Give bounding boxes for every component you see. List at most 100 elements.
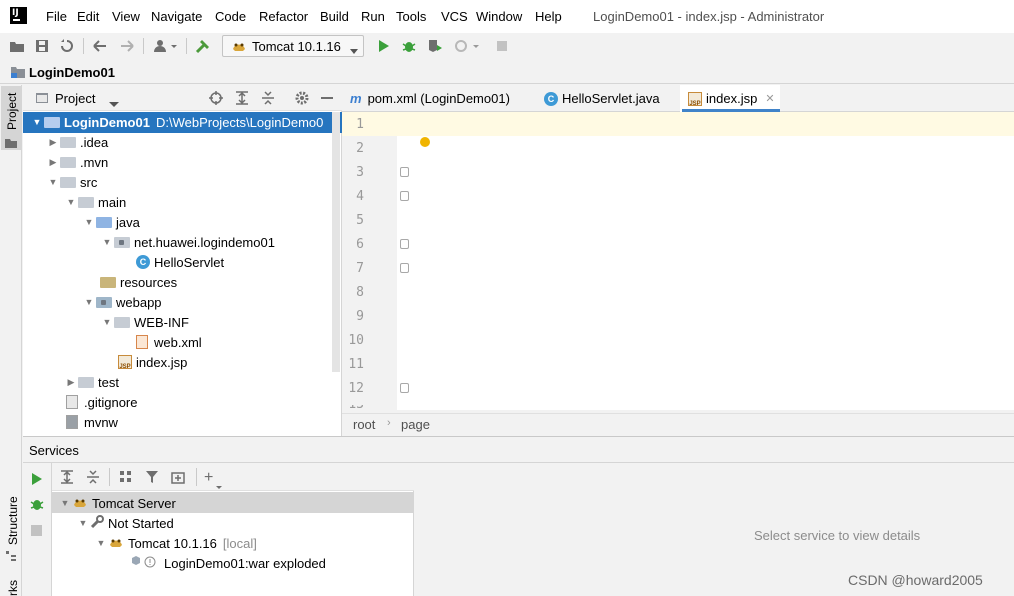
coverage-icon[interactable]	[427, 38, 443, 54]
tree-item-resources[interactable]: resources	[100, 272, 177, 292]
project-tool-label[interactable]: Project	[5, 93, 19, 130]
menu-window[interactable]: Window	[476, 9, 522, 24]
structure-tool-label[interactable]: Structure	[6, 496, 20, 545]
line-number: 6	[356, 237, 364, 252]
tree-item-idea[interactable]: ▶ .idea	[46, 132, 109, 152]
breadcrumb-project[interactable]: LoginDemo01	[29, 65, 115, 80]
stop-icon[interactable]	[31, 525, 42, 536]
tree-item-test[interactable]: ▶ test	[64, 372, 119, 392]
menu-help[interactable]: Help	[535, 9, 562, 24]
menu-refactor[interactable]: Refactor	[259, 9, 308, 24]
run-configuration-selector[interactable]: Tomcat 10.1.16	[222, 35, 364, 57]
expand-all-icon[interactable]	[60, 470, 74, 487]
tree-item-helloservlet[interactable]: C HelloServlet	[136, 252, 224, 272]
user-dropdown-icon[interactable]	[153, 38, 179, 54]
service-artifact[interactable]: LoginDemo01:war exploded	[130, 553, 326, 573]
forward-arrow-icon[interactable]	[119, 38, 135, 54]
open-folder-icon[interactable]	[9, 38, 25, 54]
menu-tools[interactable]: Tools	[396, 9, 426, 24]
code-editor[interactable]	[397, 112, 1014, 410]
line-number: 8	[356, 285, 364, 300]
run-icon[interactable]	[31, 472, 43, 489]
sync-icon[interactable]	[59, 38, 75, 54]
folder-icon	[60, 176, 76, 188]
project-view-title[interactable]: Project	[55, 91, 95, 106]
new-tab-icon[interactable]	[171, 470, 185, 487]
chevron-down-icon: ▼	[102, 317, 112, 327]
tree-item-label: web.xml	[154, 334, 202, 350]
collapse-all-icon[interactable]	[86, 470, 100, 487]
menu-vcs[interactable]: VCS	[441, 9, 468, 24]
save-all-icon[interactable]	[34, 38, 50, 54]
tree-item-index-jsp[interactable]: JSP index.jsp	[118, 352, 187, 372]
breadcrumb-root[interactable]: root	[353, 417, 375, 432]
service-tomcat-instance[interactable]: ▼ Tomcat 10.1.16 [local]	[94, 533, 257, 553]
group-by-icon[interactable]	[119, 470, 133, 487]
watermark: CSDN @howard2005	[848, 572, 983, 588]
menu-file[interactable]: File	[46, 9, 67, 24]
intellij-logo-icon[interactable]: IJ	[10, 7, 27, 24]
menu-code[interactable]: Code	[215, 9, 246, 24]
tree-item-package[interactable]: ▼ net.huawei.logindemo01	[100, 232, 275, 252]
tab-index-jsp[interactable]: JSP index.jsp ✕	[688, 85, 775, 112]
tree-root-logindemo01[interactable]: ▼ LoginDemo01 D:\WebProjects\LoginDemo0	[30, 112, 324, 132]
chevron-right-icon: ▶	[67, 376, 75, 387]
xml-file-icon	[136, 335, 148, 349]
fold-marker-icon[interactable]	[400, 239, 409, 249]
tree-item-main[interactable]: ▼ main	[64, 192, 127, 212]
back-arrow-icon[interactable]	[92, 38, 108, 54]
filter-icon[interactable]	[145, 470, 161, 487]
menu-build[interactable]: Build	[320, 9, 349, 24]
stop-icon[interactable]	[494, 38, 510, 54]
tree-item-web-inf[interactable]: ▼ WEB-INF	[100, 312, 189, 332]
line-number: 11	[348, 357, 364, 372]
profiler-dropdown-icon[interactable]	[454, 38, 480, 54]
line-number: 12	[348, 381, 364, 396]
collapse-all-icon[interactable]	[261, 91, 275, 108]
debug-bug-icon[interactable]	[401, 38, 417, 54]
tree-item-java[interactable]: ▼ java	[82, 212, 140, 232]
gear-icon[interactable]	[295, 91, 309, 108]
tree-root-path: D:\WebProjects\LoginDemo0	[155, 114, 324, 130]
debug-bug-icon[interactable]	[30, 497, 44, 514]
service-tomcat-server[interactable]: ▼ Tomcat Server	[58, 493, 176, 513]
locate-target-icon[interactable]	[209, 91, 223, 108]
menu-navigate[interactable]: Navigate	[151, 9, 202, 24]
bookmarks-tool-label[interactable]: rks	[6, 580, 20, 596]
tree-item-src[interactable]: ▼ src	[46, 172, 98, 192]
tree-item-web-xml[interactable]: web.xml	[136, 332, 202, 352]
folder-icon	[78, 376, 94, 388]
tab-pom-xml[interactable]: m pom.xml (LoginDemo01)	[350, 85, 510, 112]
close-tab-icon[interactable]: ✕	[765, 92, 774, 105]
fold-marker-icon[interactable]	[400, 383, 409, 393]
jsp-file-icon: JSP	[118, 355, 132, 370]
chevron-down-icon: ▼	[84, 217, 94, 227]
run-icon[interactable]	[376, 38, 392, 54]
build-hammer-icon[interactable]	[195, 38, 211, 54]
tab-helloservlet-java[interactable]: C HelloServlet.java	[544, 85, 660, 112]
tree-item-mvnw[interactable]: mvnw	[66, 412, 118, 432]
menu-edit[interactable]: Edit	[77, 9, 99, 24]
tree-item-mvn[interactable]: ▶ .mvn	[46, 152, 109, 172]
fold-marker-icon[interactable]	[400, 263, 409, 273]
add-service-icon[interactable]: +	[204, 469, 213, 487]
service-suffix: [local]	[222, 535, 257, 551]
tree-scrollbar[interactable]	[332, 112, 340, 372]
menu-run[interactable]: Run	[361, 9, 385, 24]
fold-marker-icon[interactable]	[400, 167, 409, 177]
chevron-down-icon[interactable]	[109, 96, 119, 111]
line-number: 9	[356, 309, 364, 324]
hide-panel-icon[interactable]	[321, 97, 333, 99]
menu-view[interactable]: View	[112, 9, 140, 24]
breadcrumb-page[interactable]: page	[401, 417, 430, 432]
tree-item-gitignore[interactable]: .gitignore	[66, 392, 137, 412]
chevron-down-icon: ▼	[32, 117, 42, 127]
service-not-started[interactable]: ▼ Not Started	[76, 513, 174, 533]
chevron-down-icon: ▼	[84, 297, 94, 307]
expand-all-icon[interactable]	[235, 91, 249, 108]
toolbar-separator	[109, 468, 110, 486]
intention-bulb-icon[interactable]	[420, 137, 430, 147]
fold-marker-icon[interactable]	[400, 191, 409, 201]
tree-item-webapp[interactable]: ▼ webapp	[82, 292, 162, 312]
tree-item-label: WEB-INF	[134, 314, 189, 330]
